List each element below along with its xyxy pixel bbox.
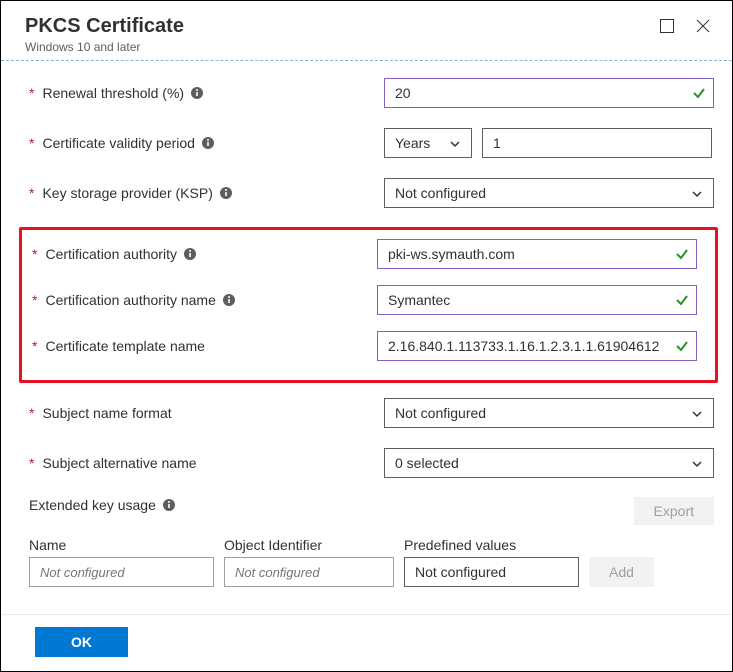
select-value: Not configured xyxy=(415,564,506,580)
info-icon[interactable] xyxy=(222,293,236,307)
chevron-down-icon xyxy=(691,407,703,419)
add-button[interactable]: Add xyxy=(589,557,654,587)
eku-name-input[interactable] xyxy=(29,557,214,587)
label-cert-authority-name: * Certification authority name xyxy=(32,292,377,308)
cert-authority-input[interactable] xyxy=(377,239,697,269)
chevron-down-icon xyxy=(691,187,703,199)
eku-oid-input[interactable] xyxy=(224,557,394,587)
required-asterisk: * xyxy=(29,85,34,101)
label-eku: Extended key usage xyxy=(29,497,176,513)
required-asterisk: * xyxy=(29,135,34,151)
renewal-threshold-input[interactable] xyxy=(384,78,714,108)
label-text: Renewal threshold (%) xyxy=(42,85,184,101)
maximize-icon[interactable] xyxy=(658,17,676,35)
info-icon[interactable] xyxy=(190,86,204,100)
row-san: * Subject alternative name 0 selected xyxy=(29,447,732,479)
row-cert-authority: * Certification authority xyxy=(22,238,715,270)
pkcs-certificate-panel: PKCS Certificate Windows 10 and later * … xyxy=(1,1,732,671)
select-value: Years xyxy=(395,135,430,151)
row-extended-key-usage: Extended key usage Export xyxy=(29,497,732,527)
ok-button[interactable]: OK xyxy=(35,627,128,657)
label-text: Certification authority xyxy=(45,246,177,262)
row-renewal-threshold: * Renewal threshold (%) xyxy=(29,77,732,109)
row-subject-name-format: * Subject name format Not configured xyxy=(29,397,732,429)
row-cert-template-name: * Certificate template name xyxy=(22,330,715,362)
label-text: Certificate validity period xyxy=(42,135,195,151)
panel-title: PKCS Certificate xyxy=(25,15,184,38)
san-select[interactable]: 0 selected xyxy=(384,448,714,478)
eku-grid-row: Not configured Add xyxy=(29,557,732,587)
row-ksp: * Key storage provider (KSP) Not configu… xyxy=(29,177,732,209)
check-icon xyxy=(675,247,689,261)
label-text: Subject name format xyxy=(42,405,171,421)
validity-unit-select[interactable]: Years xyxy=(384,128,472,158)
header-controls xyxy=(658,15,712,35)
required-asterisk: * xyxy=(32,292,37,308)
select-value: 0 selected xyxy=(395,455,459,471)
label-cert-authority: * Certification authority xyxy=(32,246,377,262)
required-asterisk: * xyxy=(32,338,37,354)
label-validity-period: * Certificate validity period xyxy=(29,135,384,151)
export-button[interactable]: Export xyxy=(634,497,714,525)
label-ksp: * Key storage provider (KSP) xyxy=(29,185,384,201)
panel-header: PKCS Certificate Windows 10 and later xyxy=(1,1,732,61)
required-asterisk: * xyxy=(32,246,37,262)
row-cert-authority-name: * Certification authority name xyxy=(22,284,715,316)
validity-number-input[interactable] xyxy=(482,128,712,158)
info-icon[interactable] xyxy=(219,186,233,200)
row-validity-period: * Certificate validity period Years xyxy=(29,127,732,159)
select-value: Not configured xyxy=(395,185,486,201)
close-icon[interactable] xyxy=(694,17,712,35)
label-cert-template-name: * Certificate template name xyxy=(32,338,377,354)
highlighted-section: * Certification authority * Certific xyxy=(19,227,718,383)
chevron-down-icon xyxy=(449,137,461,149)
label-subject-name-format: * Subject name format xyxy=(29,405,384,421)
info-icon[interactable] xyxy=(162,498,176,512)
label-text: Subject alternative name xyxy=(42,455,196,471)
subject-name-format-select[interactable]: Not configured xyxy=(384,398,714,428)
label-san: * Subject alternative name xyxy=(29,455,384,471)
select-value: Not configured xyxy=(395,405,486,421)
check-icon xyxy=(675,339,689,353)
col-header-predef: Predefined values xyxy=(404,537,579,553)
cert-template-name-input[interactable] xyxy=(377,331,697,361)
check-icon xyxy=(692,86,706,100)
required-asterisk: * xyxy=(29,185,34,201)
eku-predef-select[interactable]: Not configured xyxy=(404,557,579,587)
label-text: Key storage provider (KSP) xyxy=(42,185,212,201)
label-text: Certification authority name xyxy=(45,292,215,308)
check-icon xyxy=(675,293,689,307)
info-icon[interactable] xyxy=(183,247,197,261)
form-scroll-area[interactable]: * Renewal threshold (%) * Certificate va… xyxy=(1,61,732,614)
label-text: Certificate template name xyxy=(45,338,205,354)
info-icon[interactable] xyxy=(201,136,215,150)
header-text: PKCS Certificate Windows 10 and later xyxy=(25,15,184,54)
panel-footer: OK xyxy=(1,614,732,671)
panel-subtitle: Windows 10 and later xyxy=(25,40,184,54)
required-asterisk: * xyxy=(29,455,34,471)
cert-authority-name-input[interactable] xyxy=(377,285,697,315)
chevron-down-icon xyxy=(691,457,703,469)
col-header-name: Name xyxy=(29,537,214,553)
required-asterisk: * xyxy=(29,405,34,421)
eku-grid-header: Name Object Identifier Predefined values xyxy=(29,537,732,553)
label-text: Extended key usage xyxy=(29,497,156,513)
col-header-oid: Object Identifier xyxy=(224,537,394,553)
ksp-select[interactable]: Not configured xyxy=(384,178,714,208)
label-renewal-threshold: * Renewal threshold (%) xyxy=(29,85,384,101)
